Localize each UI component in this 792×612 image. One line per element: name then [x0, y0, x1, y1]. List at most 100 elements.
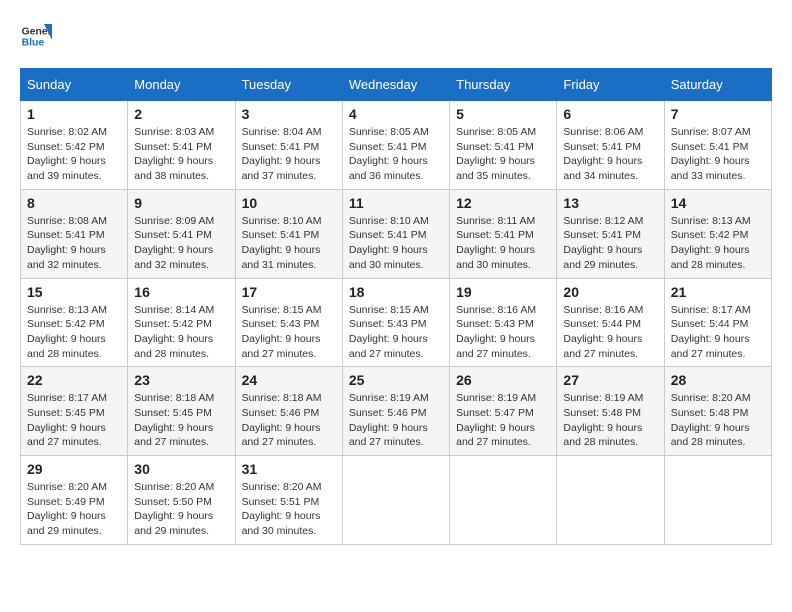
calendar-cell: 12 Sunrise: 8:11 AMSunset: 5:41 PMDayligh… — [450, 189, 557, 278]
day-info: Sunrise: 8:20 AMSunset: 5:50 PMDaylight:… — [134, 480, 228, 539]
logo-icon: General Blue — [20, 20, 52, 52]
week-row-2: 8 Sunrise: 8:08 AMSunset: 5:41 PMDaylight… — [21, 189, 772, 278]
day-info: Sunrise: 8:19 AMSunset: 5:48 PMDaylight:… — [563, 391, 657, 450]
calendar-cell: 7Sunrise: 8:07 AMSunset: 5:41 PMDaylight… — [664, 101, 771, 190]
day-number: 3 — [242, 106, 336, 122]
day-info: Sunrise: 8:10 AMSunset: 5:41 PMDaylight:… — [242, 214, 336, 273]
day-number: 29 — [27, 461, 121, 477]
weekday-header-sunday: Sunday — [21, 69, 128, 101]
calendar-cell: 10Sunrise: 8:10 AMSunset: 5:41 PMDayligh… — [235, 189, 342, 278]
calendar-cell: 15 Sunrise: 8:13 AMSunset: 5:42 PMDayligh… — [21, 278, 128, 367]
calendar-cell: 19 Sunrise: 8:16 AMSunset: 5:43 PMDayligh… — [450, 278, 557, 367]
day-number: 15 — [27, 284, 121, 300]
day-info: Sunrise: 8:16 AMSunset: 5:43 PMDaylight:… — [456, 303, 550, 362]
day-info: Sunrise: 8:16 AMSunset: 5:44 PMDaylight:… — [563, 303, 657, 362]
calendar-cell: 17 Sunrise: 8:15 AMSunset: 5:43 PMDayligh… — [235, 278, 342, 367]
calendar-cell: 27 Sunrise: 8:19 AMSunset: 5:48 PMDayligh… — [557, 367, 664, 456]
day-info: Sunrise: 8:19 AMSunset: 5:46 PMDaylight:… — [349, 391, 443, 450]
calendar-cell — [664, 456, 771, 545]
calendar-cell: 24 Sunrise: 8:18 AMSunset: 5:46 PMDayligh… — [235, 367, 342, 456]
day-number: 19 — [456, 284, 550, 300]
day-number: 5 — [456, 106, 550, 122]
calendar-cell: 18 Sunrise: 8:15 AMSunset: 5:43 PMDayligh… — [342, 278, 449, 367]
day-info: Sunrise: 8:09 AMSunset: 5:41 PMDaylight:… — [134, 214, 228, 273]
day-number: 1 — [27, 106, 121, 122]
week-row-3: 15 Sunrise: 8:13 AMSunset: 5:42 PMDayligh… — [21, 278, 772, 367]
calendar-cell: 14 Sunrise: 8:13 AMSunset: 5:42 PMDayligh… — [664, 189, 771, 278]
day-info: Sunrise: 8:13 AMSunset: 5:42 PMDaylight:… — [671, 214, 765, 273]
day-info: Sunrise: 8:17 AMSunset: 5:44 PMDaylight:… — [671, 303, 765, 362]
calendar-cell: 20 Sunrise: 8:16 AMSunset: 5:44 PMDayligh… — [557, 278, 664, 367]
weekday-header-saturday: Saturday — [664, 69, 771, 101]
day-info: Sunrise: 8:14 AMSunset: 5:42 PMDaylight:… — [134, 303, 228, 362]
calendar-cell: 31 Sunrise: 8:20 AMSunset: 5:51 PMDayligh… — [235, 456, 342, 545]
day-info: Sunrise: 8:10 AMSunset: 5:41 PMDaylight:… — [349, 214, 443, 273]
calendar-cell: 25Sunrise: 8:19 AMSunset: 5:46 PMDayligh… — [342, 367, 449, 456]
day-info: Sunrise: 8:20 AMSunset: 5:48 PMDaylight:… — [671, 391, 765, 450]
calendar-cell: 4Sunrise: 8:05 AMSunset: 5:41 PMDaylight… — [342, 101, 449, 190]
day-info: Sunrise: 8:13 AMSunset: 5:42 PMDaylight:… — [27, 303, 121, 362]
week-row-4: 22 Sunrise: 8:17 AMSunset: 5:45 PMDayligh… — [21, 367, 772, 456]
day-number: 28 — [671, 372, 765, 388]
day-number: 20 — [563, 284, 657, 300]
week-row-5: 29 Sunrise: 8:20 AMSunset: 5:49 PMDayligh… — [21, 456, 772, 545]
day-number: 8 — [27, 195, 121, 211]
day-info: Sunrise: 8:20 AMSunset: 5:49 PMDaylight:… — [27, 480, 121, 539]
day-number: 27 — [563, 372, 657, 388]
day-info: Sunrise: 8:08 AMSunset: 5:41 PMDaylight:… — [27, 214, 121, 273]
calendar-cell: 13 Sunrise: 8:12 AMSunset: 5:41 PMDayligh… — [557, 189, 664, 278]
day-info: Sunrise: 8:18 AMSunset: 5:45 PMDaylight:… — [134, 391, 228, 450]
weekday-header-thursday: Thursday — [450, 69, 557, 101]
day-number: 31 — [242, 461, 336, 477]
day-info: Sunrise: 8:19 AMSunset: 5:47 PMDaylight:… — [456, 391, 550, 450]
calendar-cell: 3 Sunrise: 8:04 AMSunset: 5:41 PMDaylight… — [235, 101, 342, 190]
day-number: 22 — [27, 372, 121, 388]
calendar-cell: 2Sunrise: 8:03 AMSunset: 5:41 PMDaylight… — [128, 101, 235, 190]
day-number: 7 — [671, 106, 765, 122]
day-number: 21 — [671, 284, 765, 300]
calendar-cell: 23 Sunrise: 8:18 AMSunset: 5:45 PMDayligh… — [128, 367, 235, 456]
day-info: Sunrise: 8:18 AMSunset: 5:46 PMDaylight:… — [242, 391, 336, 450]
day-number: 12 — [456, 195, 550, 211]
calendar-cell: 1Sunrise: 8:02 AMSunset: 5:42 PMDaylight… — [21, 101, 128, 190]
day-number: 26 — [456, 372, 550, 388]
day-info: Sunrise: 8:04 AMSunset: 5:41 PMDaylight:… — [242, 125, 336, 184]
day-info: Sunrise: 8:05 AMSunset: 5:41 PMDaylight:… — [456, 125, 550, 184]
day-number: 14 — [671, 195, 765, 211]
calendar-cell: 5 Sunrise: 8:05 AMSunset: 5:41 PMDaylight… — [450, 101, 557, 190]
calendar-cell: 9Sunrise: 8:09 AMSunset: 5:41 PMDaylight… — [128, 189, 235, 278]
logo: General Blue — [20, 20, 52, 52]
day-info: Sunrise: 8:11 AMSunset: 5:41 PMDaylight:… — [456, 214, 550, 273]
day-number: 17 — [242, 284, 336, 300]
day-info: Sunrise: 8:17 AMSunset: 5:45 PMDaylight:… — [27, 391, 121, 450]
weekday-header-wednesday: Wednesday — [342, 69, 449, 101]
day-info: Sunrise: 8:06 AMSunset: 5:41 PMDaylight:… — [563, 125, 657, 184]
page-header: General Blue — [20, 20, 772, 52]
day-info: Sunrise: 8:20 AMSunset: 5:51 PMDaylight:… — [242, 480, 336, 539]
weekday-header-row: SundayMondayTuesdayWednesdayThursdayFrid… — [21, 69, 772, 101]
day-number: 24 — [242, 372, 336, 388]
calendar-cell: 30Sunrise: 8:20 AMSunset: 5:50 PMDayligh… — [128, 456, 235, 545]
calendar-cell: 29 Sunrise: 8:20 AMSunset: 5:49 PMDayligh… — [21, 456, 128, 545]
day-number: 23 — [134, 372, 228, 388]
day-info: Sunrise: 8:15 AMSunset: 5:43 PMDaylight:… — [242, 303, 336, 362]
weekday-header-monday: Monday — [128, 69, 235, 101]
calendar-cell: 8 Sunrise: 8:08 AMSunset: 5:41 PMDaylight… — [21, 189, 128, 278]
calendar-cell: 21 Sunrise: 8:17 AMSunset: 5:44 PMDayligh… — [664, 278, 771, 367]
calendar-cell: 11 Sunrise: 8:10 AMSunset: 5:41 PMDayligh… — [342, 189, 449, 278]
weekday-header-tuesday: Tuesday — [235, 69, 342, 101]
calendar-cell: 22 Sunrise: 8:17 AMSunset: 5:45 PMDayligh… — [21, 367, 128, 456]
day-number: 4 — [349, 106, 443, 122]
day-info: Sunrise: 8:03 AMSunset: 5:41 PMDaylight:… — [134, 125, 228, 184]
calendar-cell: 16 Sunrise: 8:14 AMSunset: 5:42 PMDayligh… — [128, 278, 235, 367]
day-number: 13 — [563, 195, 657, 211]
weekday-header-friday: Friday — [557, 69, 664, 101]
calendar-cell: 28 Sunrise: 8:20 AMSunset: 5:48 PMDayligh… — [664, 367, 771, 456]
calendar-cell — [342, 456, 449, 545]
day-info: Sunrise: 8:12 AMSunset: 5:41 PMDaylight:… — [563, 214, 657, 273]
day-info: Sunrise: 8:15 AMSunset: 5:43 PMDaylight:… — [349, 303, 443, 362]
day-number: 18 — [349, 284, 443, 300]
week-row-1: 1Sunrise: 8:02 AMSunset: 5:42 PMDaylight… — [21, 101, 772, 190]
day-number: 11 — [349, 195, 443, 211]
day-number: 16 — [134, 284, 228, 300]
